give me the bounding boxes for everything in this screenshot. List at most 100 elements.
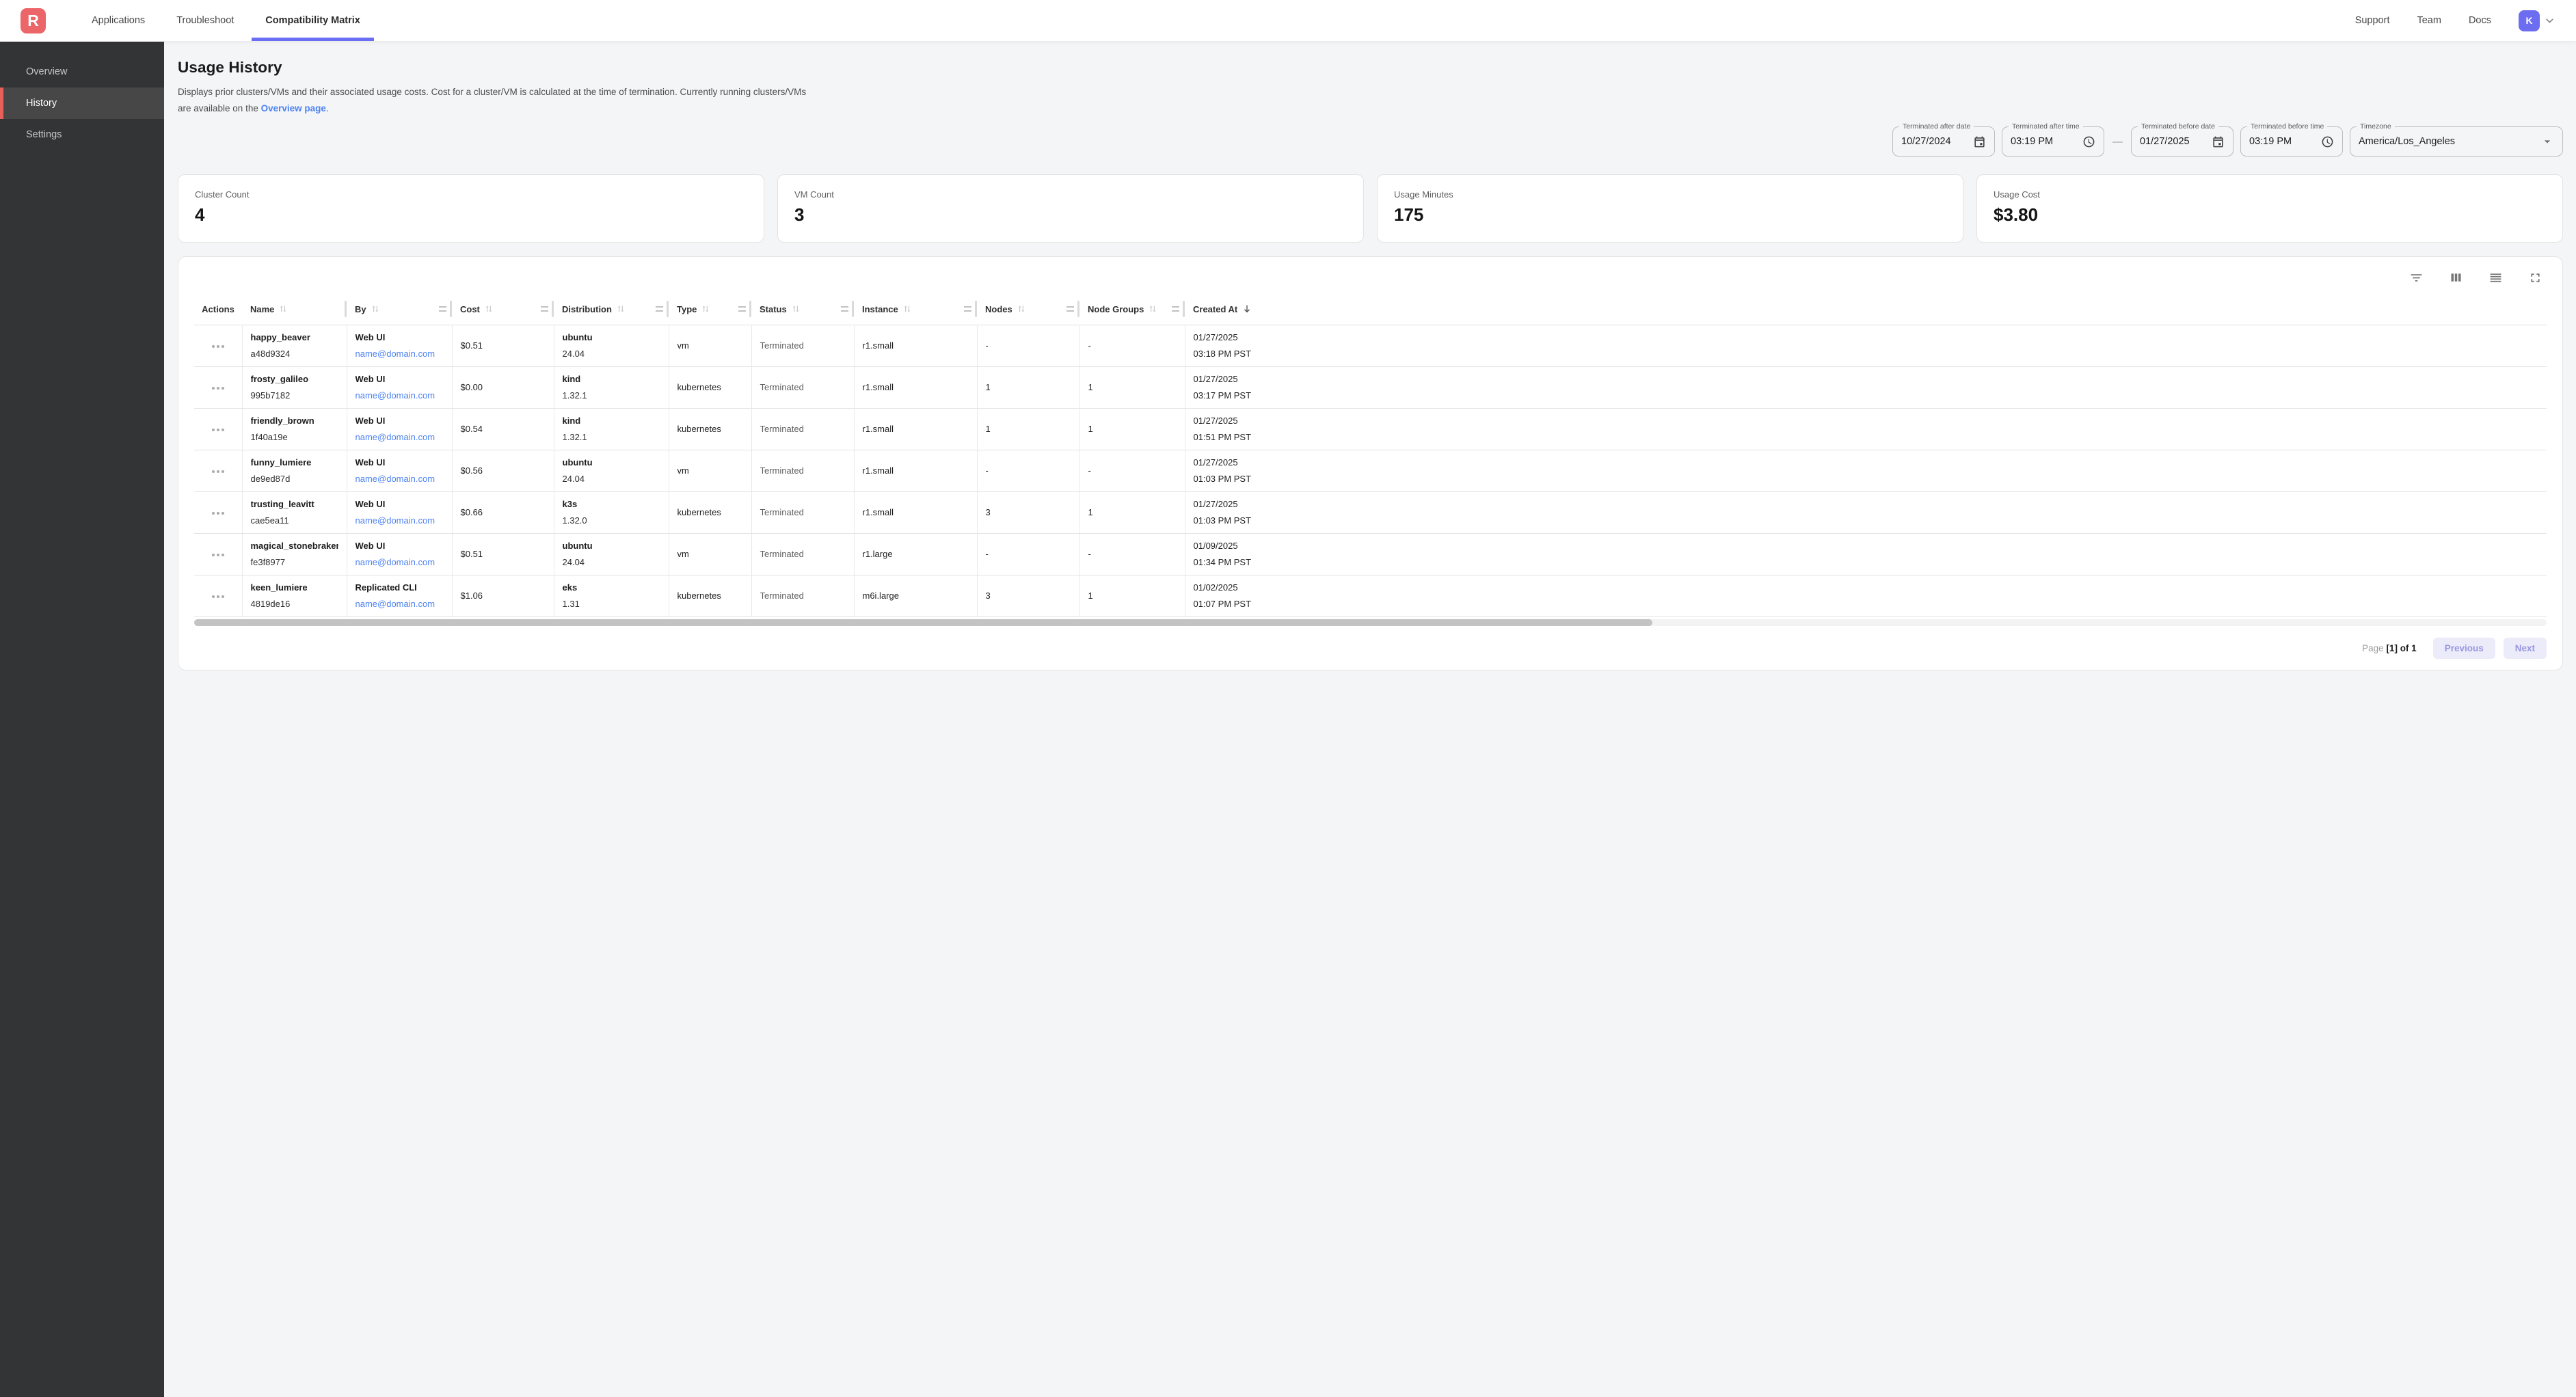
email-link[interactable]: name@domain.com	[355, 432, 444, 442]
row-actions-button[interactable]	[208, 466, 228, 477]
avatar[interactable]: K	[2519, 10, 2540, 31]
sidebar-item-history[interactable]: History	[0, 87, 164, 119]
terminated-before-date-field[interactable]: Terminated before date 01/27/2025	[2131, 126, 2233, 157]
pagination: Page [1] of 1 Previous Next	[194, 638, 2547, 659]
clock-icon[interactable]	[2321, 135, 2334, 148]
distribution-name: ubuntu	[563, 541, 660, 551]
sort-icon[interactable]	[701, 304, 710, 314]
row-actions-button[interactable]	[208, 341, 228, 352]
scrollbar-thumb[interactable]	[194, 619, 1652, 626]
tab-applications[interactable]: Applications	[76, 0, 161, 41]
overview-page-link[interactable]: Overview page	[261, 103, 326, 113]
column-menu-icon[interactable]	[1066, 306, 1074, 312]
next-page-button[interactable]: Next	[2504, 638, 2547, 659]
cluster-id: 1f40a19e	[251, 432, 338, 442]
tab-compatibility-matrix[interactable]: Compatibility Matrix	[250, 0, 376, 41]
nodes-cell: 1	[986, 424, 991, 434]
terminated-after-time-field[interactable]: Terminated after time 03:19 PM	[2002, 126, 2104, 157]
column-menu-icon[interactable]	[738, 306, 746, 312]
cluster-name: happy_beaver	[251, 332, 338, 342]
email-link[interactable]: name@domain.com	[355, 349, 444, 359]
distribution-version: 24.04	[563, 557, 660, 567]
sort-icon[interactable]	[616, 304, 626, 314]
sort-desc-icon[interactable]	[1242, 303, 1252, 314]
sort-icon[interactable]	[1148, 304, 1157, 314]
column-menu-icon[interactable]	[656, 306, 663, 312]
table-row: happy_beavera48d9324 Web UIname@domain.c…	[194, 325, 2547, 366]
created-by-method: Web UI	[355, 499, 444, 509]
timezone-select[interactable]: Timezone America/Los_Angeles	[2350, 126, 2563, 157]
page-label: Page	[2362, 643, 2384, 653]
email-link[interactable]: name@domain.com	[355, 474, 444, 484]
terminated-before-time-field[interactable]: Terminated before time 03:19 PM	[2240, 126, 2343, 157]
sidebar-item-settings[interactable]: Settings	[0, 119, 164, 150]
nav-link-docs[interactable]: Docs	[2469, 15, 2491, 26]
column-header-instance[interactable]: Instance	[854, 293, 977, 325]
column-header-distribution[interactable]: Distribution	[554, 293, 669, 325]
filter-icon[interactable]	[2409, 271, 2424, 285]
account-menu[interactable]: K	[2519, 10, 2555, 31]
stat-card-cluster-count: Cluster Count 4	[178, 174, 764, 243]
column-header-status[interactable]: Status	[751, 293, 854, 325]
nodes-cell: -	[986, 549, 989, 559]
field-value: 03:19 PM	[2011, 136, 2076, 147]
stat-value: $3.80	[1994, 204, 2546, 226]
terminated-after-date-field[interactable]: Terminated after date 10/27/2024	[1892, 126, 1995, 157]
email-link[interactable]: name@domain.com	[355, 515, 444, 526]
sort-icon[interactable]	[902, 304, 912, 314]
dropdown-arrow-icon[interactable]	[2540, 135, 2554, 148]
email-link[interactable]: name@domain.com	[355, 599, 444, 609]
column-menu-icon[interactable]	[964, 306, 971, 312]
column-menu-icon[interactable]	[439, 306, 446, 312]
field-value: 10/27/2024	[1901, 136, 1966, 147]
nav-link-team[interactable]: Team	[2417, 15, 2441, 26]
header-row: Actions Name By Cost	[194, 293, 2547, 325]
column-menu-icon[interactable]	[1172, 306, 1179, 312]
type-cell: vm	[677, 549, 689, 559]
row-actions-button[interactable]	[208, 591, 228, 602]
sidebar-item-overview[interactable]: Overview	[0, 56, 164, 87]
distribution-name: ubuntu	[563, 457, 660, 467]
nav-link-support[interactable]: Support	[2355, 15, 2390, 26]
sort-icon[interactable]	[1017, 304, 1026, 314]
row-actions-button[interactable]	[208, 550, 228, 560]
row-actions-button[interactable]	[208, 508, 228, 519]
cluster-name: magical_stonebraker	[251, 541, 338, 551]
column-header-type[interactable]: Type	[669, 293, 751, 325]
previous-page-button[interactable]: Previous	[2433, 638, 2495, 659]
column-header-nodes[interactable]: Nodes	[977, 293, 1079, 325]
clock-icon[interactable]	[2082, 135, 2095, 148]
calendar-icon[interactable]	[2212, 135, 2225, 148]
node-groups-cell: -	[1088, 549, 1091, 559]
column-header-by[interactable]: By	[347, 293, 452, 325]
page-description: Displays prior clusters/VMs and their as…	[178, 84, 820, 116]
sort-icon[interactable]	[371, 304, 380, 314]
column-header-created-at[interactable]: Created At	[1185, 293, 2547, 325]
density-icon[interactable]	[2488, 271, 2503, 285]
email-link[interactable]: name@domain.com	[355, 390, 444, 401]
sort-icon[interactable]	[278, 304, 288, 314]
replicated-logo[interactable]: R	[21, 8, 46, 33]
sort-icon[interactable]	[484, 304, 494, 314]
field-label: Terminated before date	[2138, 122, 2218, 131]
cost-cell: $0.51	[461, 340, 483, 351]
row-actions-button[interactable]	[208, 424, 228, 435]
horizontal-scrollbar[interactable]	[194, 619, 2547, 626]
distribution-version: 1.32.1	[563, 432, 660, 442]
created-time: 03:18 PM PST	[1194, 349, 2539, 359]
columns-icon[interactable]	[2449, 271, 2463, 285]
column-header-node-groups[interactable]: Node Groups	[1079, 293, 1185, 325]
chevron-down-icon	[2544, 15, 2555, 27]
sort-icon[interactable]	[791, 304, 801, 314]
field-label: Timezone	[2357, 122, 2395, 131]
column-menu-icon[interactable]	[541, 306, 548, 312]
tab-troubleshoot[interactable]: Troubleshoot	[161, 0, 250, 41]
row-actions-button[interactable]	[208, 383, 228, 394]
email-link[interactable]: name@domain.com	[355, 557, 444, 567]
node-groups-cell: -	[1088, 340, 1091, 351]
fullscreen-icon[interactable]	[2528, 271, 2543, 285]
column-header-name[interactable]: Name	[242, 293, 347, 325]
calendar-icon[interactable]	[1973, 135, 1986, 148]
column-menu-icon[interactable]	[841, 306, 848, 312]
column-header-cost[interactable]: Cost	[452, 293, 554, 325]
